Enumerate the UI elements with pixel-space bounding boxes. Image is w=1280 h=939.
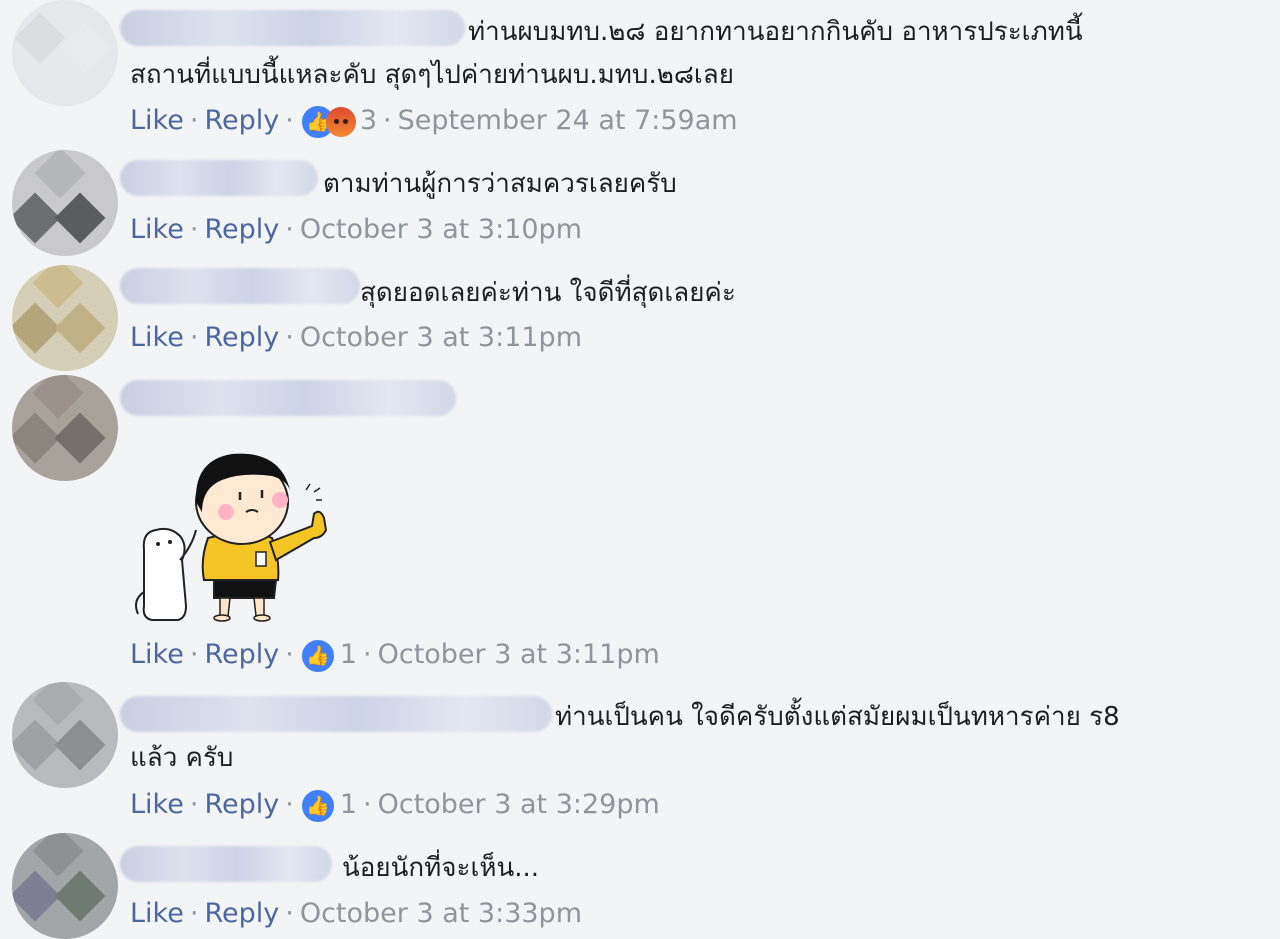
comment-actions: Like · Reply · 👍 3 · September 24 at 7:59am xyxy=(130,101,738,141)
comment-text: ท่านเป็นคน ใจดีครับตั้งแต่สมัยผมเป็นทหาร… xyxy=(555,702,1120,732)
comment-actions: Like · Reply · October 3 at 3:33pm xyxy=(130,898,582,929)
commenter-name[interactable] xyxy=(120,10,465,46)
comment-actions: Like · Reply · 👍 1 · October 3 at 3:29pm xyxy=(130,785,660,825)
avatar[interactable] xyxy=(12,833,118,939)
reactions[interactable]: 👍 xyxy=(299,636,336,674)
reply-button[interactable]: Reply xyxy=(204,322,279,353)
reactions[interactable]: 👍 xyxy=(299,786,336,824)
commenter-name[interactable] xyxy=(120,380,456,416)
like-icon: 👍 xyxy=(299,788,336,824)
comment-actions: Like · Reply · October 3 at 3:10pm xyxy=(130,214,582,245)
cat-figure xyxy=(135,527,197,621)
comment-text: สุดยอดเลยค่ะท่าน ใจดีที่สุดเลยค่ะ xyxy=(360,278,736,308)
like-button[interactable]: Like xyxy=(130,898,184,929)
commenter-name[interactable] xyxy=(120,696,552,732)
like-button[interactable]: Like xyxy=(130,322,184,353)
timestamp[interactable]: October 3 at 3:10pm xyxy=(300,214,582,245)
comment-text: ท่านผบมทบ.๒๘ อยากทานอยากกินคับ อาหารประเ… xyxy=(468,17,1083,47)
reaction-count[interactable]: 1 xyxy=(336,639,357,670)
sticker-image[interactable] xyxy=(130,420,340,635)
commenter-name[interactable] xyxy=(120,268,360,304)
like-button[interactable]: Like xyxy=(130,214,184,245)
reply-button[interactable]: Reply xyxy=(204,105,279,136)
angry-icon xyxy=(325,107,356,137)
comment-text: ตามท่านผู้การว่าสมควรเลยครับ xyxy=(323,169,677,199)
like-button[interactable]: Like xyxy=(130,639,184,670)
reply-button[interactable]: Reply xyxy=(204,214,279,245)
timestamp[interactable]: October 3 at 3:33pm xyxy=(300,898,582,929)
avatar[interactable] xyxy=(12,682,118,788)
comment-text-continued: แล้ว ครับ xyxy=(130,743,234,773)
like-button[interactable]: Like xyxy=(130,789,184,820)
reply-button[interactable]: Reply xyxy=(204,789,279,820)
timestamp[interactable]: October 3 at 3:11pm xyxy=(300,322,582,353)
reaction-count[interactable]: 3 xyxy=(356,105,377,136)
avatar[interactable] xyxy=(12,0,118,106)
reaction-count[interactable]: 1 xyxy=(336,789,357,820)
avatar[interactable] xyxy=(12,265,118,371)
comment-text: น้อยนักที่จะเห็น... xyxy=(342,853,540,883)
avatar[interactable] xyxy=(12,150,118,256)
like-button[interactable]: Like xyxy=(130,105,184,136)
timestamp[interactable]: September 24 at 7:59am xyxy=(398,105,738,136)
commenter-name[interactable] xyxy=(120,846,332,882)
commenter-name[interactable] xyxy=(120,160,318,196)
avatar[interactable] xyxy=(12,375,118,481)
reply-button[interactable]: Reply xyxy=(204,639,279,670)
like-icon: 👍 xyxy=(299,638,336,674)
timestamp[interactable]: October 3 at 3:29pm xyxy=(378,789,660,820)
comment-actions: Like · Reply · 👍 1 · October 3 at 3:11pm xyxy=(130,635,660,675)
comment-actions: Like · Reply · October 3 at 3:11pm xyxy=(130,322,582,353)
timestamp[interactable]: October 3 at 3:11pm xyxy=(378,639,660,670)
reply-button[interactable]: Reply xyxy=(204,898,279,929)
reactions[interactable]: 👍 xyxy=(299,102,356,140)
comment-text-continued: สถานที่แบบนี้แหละคับ สุดๆไปค่ายท่านผบ.มท… xyxy=(130,60,734,90)
